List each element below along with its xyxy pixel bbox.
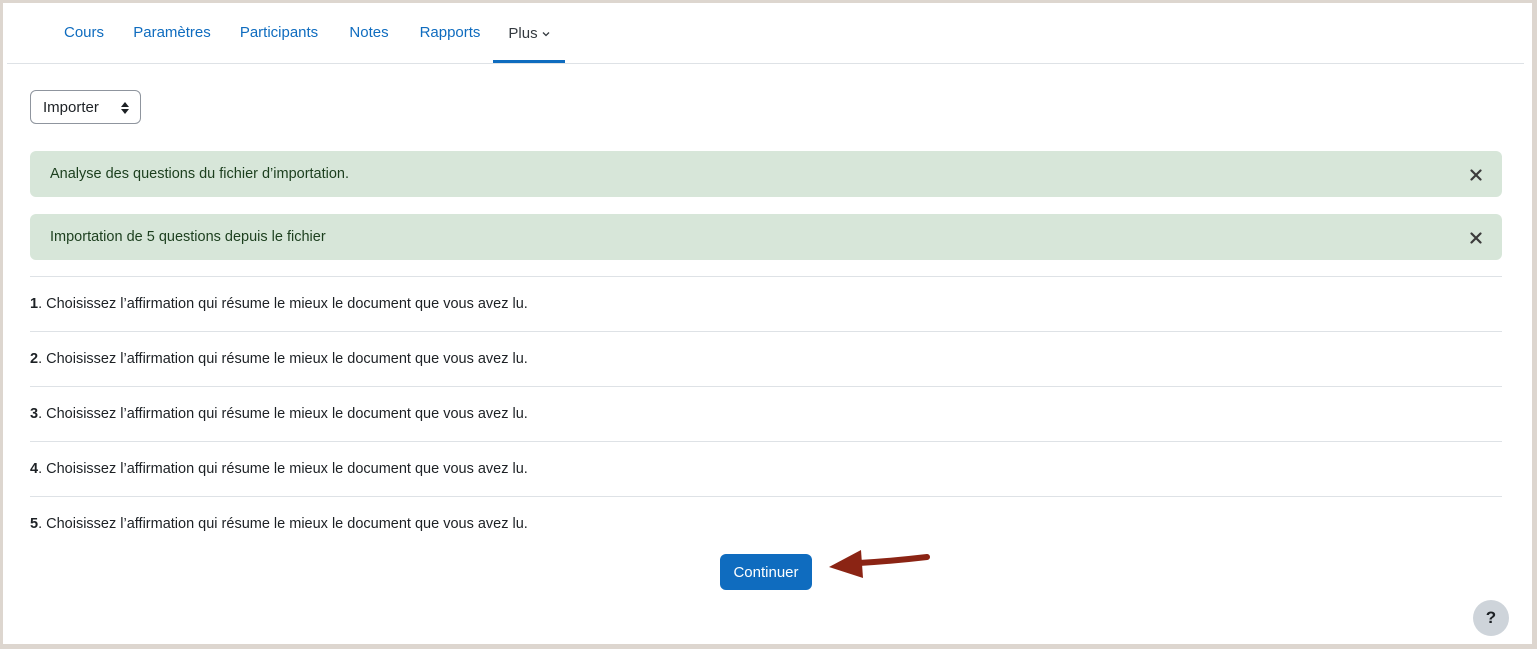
imported-questions-list: 1. Choisissez l’affirmation qui résume l… [30, 276, 1502, 552]
secondary-navigation: Cours Paramètres Participants Notes Rapp… [7, 3, 1524, 64]
alert-success: Analyse des questions du fichier d’impor… [30, 151, 1502, 197]
question-text: . Choisissez l’affirmation qui résume le… [38, 406, 528, 422]
list-item: 1. Choisissez l’affirmation qui résume l… [30, 277, 1502, 332]
question-text: . Choisissez l’affirmation qui résume le… [38, 351, 528, 367]
tab-rapports[interactable]: Rapports [409, 3, 491, 63]
action-select-value: Importer [43, 99, 99, 116]
annotation-arrow-icon [829, 550, 930, 578]
question-number: 1 [30, 296, 39, 312]
tab-participants[interactable]: Participants [231, 3, 327, 63]
action-select[interactable]: Importer [30, 90, 141, 124]
question-number: 2 [30, 351, 39, 367]
question-text: . Choisissez l’affirmation qui résume le… [38, 296, 528, 312]
question-text: . Choisissez l’affirmation qui résume le… [38, 516, 528, 532]
tab-parametres[interactable]: Paramètres [127, 3, 217, 63]
list-item: 4. Choisissez l’affirmation qui résume l… [30, 442, 1502, 497]
close-icon[interactable] [1470, 231, 1482, 244]
question-number: 3 [30, 406, 39, 422]
page-frame: Cours Paramètres Participants Notes Rapp… [3, 3, 1532, 644]
chevron-down-icon [542, 3, 550, 63]
alert-success: Importation de 5 questions depuis le fic… [30, 214, 1502, 260]
tab-plus-label: Plus [508, 25, 538, 42]
list-item: 2. Choisissez l’affirmation qui résume l… [30, 332, 1502, 387]
list-item: 5. Choisissez l’affirmation qui résume l… [30, 497, 1502, 552]
help-button[interactable]: ? [1473, 600, 1509, 636]
question-number: 5 [30, 516, 39, 532]
tab-notes[interactable]: Notes [339, 3, 399, 63]
alert-message: Importation de 5 questions depuis le fic… [50, 229, 326, 245]
tab-cours[interactable]: Cours [49, 3, 119, 63]
tab-plus[interactable]: Plus [493, 3, 565, 63]
sort-updown-icon [121, 101, 129, 119]
question-number: 4 [30, 461, 39, 477]
continue-button[interactable]: Continuer [720, 554, 812, 590]
alert-message: Analyse des questions du fichier d’impor… [50, 166, 350, 182]
question-text: . Choisissez l’affirmation qui résume le… [38, 461, 528, 477]
list-item: 3. Choisissez l’affirmation qui résume l… [30, 387, 1502, 442]
close-icon[interactable] [1470, 168, 1482, 181]
